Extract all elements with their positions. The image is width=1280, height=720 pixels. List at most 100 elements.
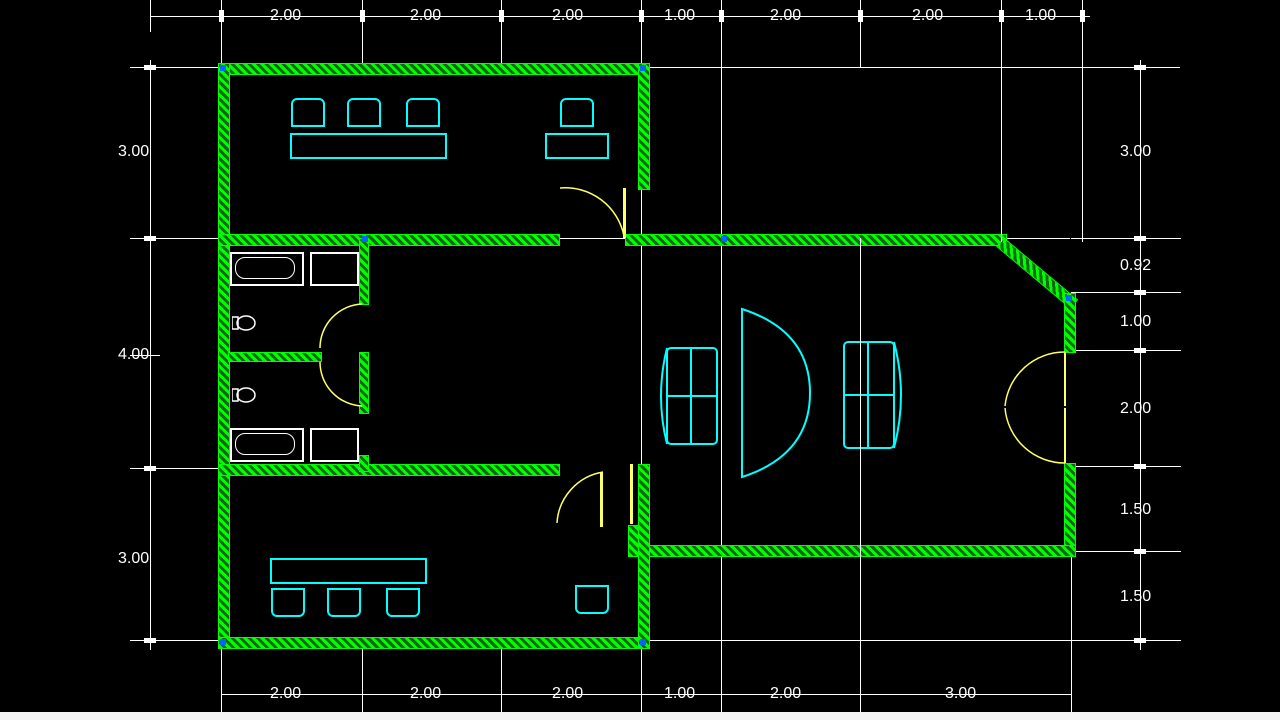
double-door (1000, 350, 1070, 465)
door (630, 464, 633, 524)
dim-right-0: 3.00 (1120, 143, 1151, 161)
tick (639, 10, 644, 22)
door-arc (318, 302, 366, 352)
wall (359, 455, 369, 472)
wall (625, 234, 1007, 246)
chair (327, 588, 361, 617)
chair (291, 98, 325, 127)
dim-bot-4: 2.00 (770, 685, 801, 703)
wall (638, 464, 650, 649)
tick (1134, 549, 1146, 554)
tick (1134, 65, 1146, 70)
dresser-bot (270, 558, 427, 584)
grid-h (1071, 238, 1181, 239)
dim-top-2: 2.00 (552, 7, 583, 25)
dim-top-4: 2.00 (770, 7, 801, 25)
sink (310, 252, 359, 286)
door-arc (556, 186, 628, 240)
grid-v (221, 640, 222, 720)
wall (218, 637, 650, 649)
chair (560, 98, 594, 127)
grid-v (1001, 67, 1002, 242)
dim-right-1: 0.92 (1120, 257, 1151, 275)
dim-left-2: 3.00 (118, 550, 149, 568)
dim-right-2: 1.00 (1120, 313, 1151, 331)
dim-line-left (150, 67, 151, 640)
tick (1134, 464, 1146, 469)
wall (218, 464, 560, 476)
grid-h (1071, 466, 1181, 467)
tick (858, 10, 863, 22)
tick (719, 10, 724, 22)
chair (575, 585, 609, 614)
chair (271, 588, 305, 617)
grid-h (1071, 350, 1181, 351)
dim-right-5: 1.50 (1120, 588, 1151, 606)
wall (359, 238, 369, 305)
node (640, 65, 646, 71)
dim-top-3: 1.00 (664, 7, 695, 25)
tick (499, 10, 504, 22)
bathtub-inner (235, 433, 295, 455)
dim-line-bottom (221, 694, 1071, 695)
grid-v (501, 640, 502, 720)
wall (228, 352, 322, 362)
dim-right-3: 2.00 (1120, 400, 1151, 418)
tick (1080, 10, 1085, 22)
bathtub-inner (235, 257, 295, 279)
wall (638, 63, 650, 190)
dim-top-5: 2.00 (912, 7, 943, 25)
toilet-icon (232, 386, 256, 404)
tick (219, 10, 224, 22)
dim-top-6: 1.00 (1025, 7, 1056, 25)
wall (1064, 293, 1076, 353)
tick (1134, 290, 1146, 295)
wall (1064, 463, 1076, 557)
wall (218, 234, 560, 246)
dresser-top (290, 133, 447, 159)
dim-bot-5: 3.00 (945, 685, 976, 703)
node (220, 639, 226, 645)
tick (144, 65, 156, 70)
dim-left-1: 4.00 (118, 346, 149, 364)
tick (999, 10, 1004, 22)
chair (406, 98, 440, 127)
sofa-right (838, 332, 910, 458)
tick (144, 466, 156, 471)
wall (628, 545, 1076, 557)
dim-bot-1: 2.00 (410, 685, 441, 703)
dim-right-4: 1.50 (1120, 501, 1151, 519)
node (220, 65, 226, 71)
table-d (738, 305, 816, 483)
grid-h (1071, 551, 1181, 552)
tick (144, 638, 156, 643)
status-strip (0, 712, 1280, 720)
door-arc (555, 468, 615, 528)
tick (360, 10, 365, 22)
grid-v (1071, 551, 1072, 720)
dim-bot-0: 2.00 (270, 685, 301, 703)
dim-top-0: 2.00 (270, 7, 301, 25)
toilet-icon (232, 314, 256, 332)
dim-left-0: 3.00 (118, 143, 149, 161)
tick (144, 236, 156, 241)
chair (386, 588, 420, 617)
tick (1134, 348, 1146, 353)
cad-drawing-canvas: 2.00 2.00 2.00 1.00 2.00 2.00 1.00 2.00 … (0, 0, 1280, 720)
grid-h (1071, 292, 1181, 293)
node (362, 236, 368, 242)
dim-bot-2: 2.00 (552, 685, 583, 703)
node (640, 639, 646, 645)
tick (1134, 638, 1146, 643)
chair (347, 98, 381, 127)
node (721, 236, 727, 242)
grid-v (362, 640, 363, 720)
sink (310, 428, 359, 462)
sofa-left (655, 340, 725, 452)
node (1066, 295, 1072, 301)
grid-v (1082, 67, 1083, 242)
dim-top-1: 2.00 (410, 7, 441, 25)
desk (545, 133, 609, 159)
dim-bot-3: 1.00 (664, 685, 695, 703)
tick (1134, 236, 1146, 241)
